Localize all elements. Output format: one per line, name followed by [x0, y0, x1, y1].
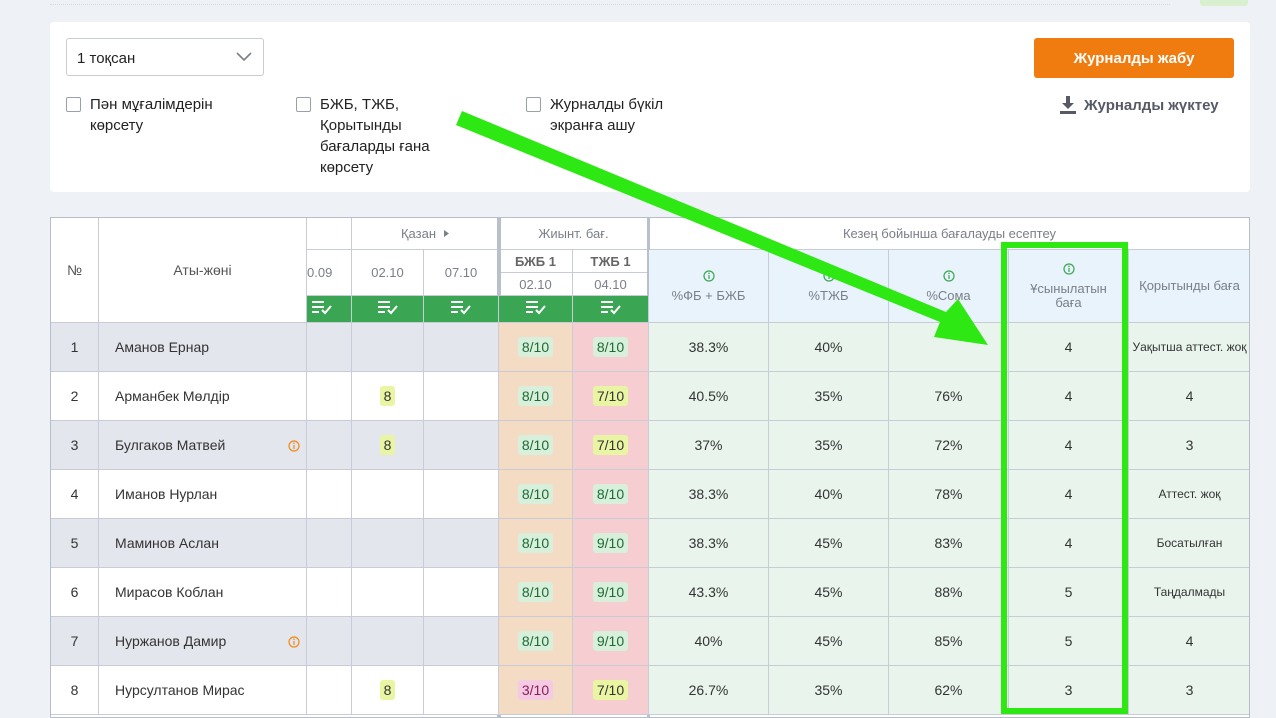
- annotation-overlay: [456, 111, 1128, 714]
- green-arrow-annotation: [456, 111, 988, 345]
- recommended-column-highlight: [1001, 242, 1128, 714]
